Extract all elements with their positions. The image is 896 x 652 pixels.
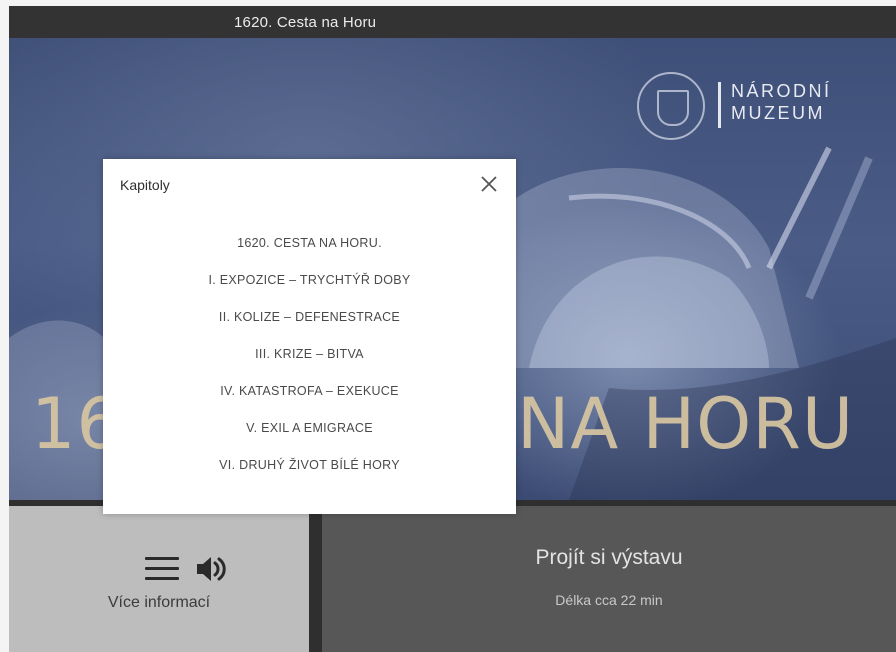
walk-exhibition-panel[interactable]: Projít si výstavu Délka cca 22 min: [322, 506, 896, 652]
speaker-icon[interactable]: [195, 553, 229, 585]
chapter-item[interactable]: III. KRIZE – BITVA: [103, 344, 516, 381]
logo-line-1: NÁRODNÍ: [731, 81, 832, 101]
more-info-panel[interactable]: Více informací: [9, 506, 309, 652]
museum-seal-icon: [637, 72, 705, 140]
chapter-list: 1620. CESTA NA HORU. I. EXPOZICE – TRYCH…: [103, 233, 516, 492]
duration-label: Délka cca 22 min: [555, 592, 663, 608]
chapter-item[interactable]: II. KOLIZE – DEFENESTRACE: [103, 307, 516, 344]
exhibition-title: 1620. Cesta na Horu: [234, 14, 377, 31]
more-info-label[interactable]: Více informací: [9, 594, 309, 612]
chapters-modal: Kapitoly 1620. CESTA NA HORU. I. EXPOZIC…: [103, 159, 516, 514]
hero-title-right: NA HORU: [517, 383, 855, 465]
chapter-item[interactable]: I. EXPOZICE – TRYCHTÝŘ DOBY: [103, 270, 516, 307]
chapter-item[interactable]: IV. KATASTROFA – EXEKUCE: [103, 381, 516, 418]
close-icon[interactable]: [478, 173, 500, 195]
logo-line-2: MUZEUM: [731, 103, 825, 123]
chapter-item[interactable]: VI. DRUHÝ ŽIVOT BÍLÉ HORY: [103, 455, 516, 492]
hamburger-menu-icon[interactable]: [145, 557, 179, 581]
chapter-item[interactable]: 1620. CESTA NA HORU.: [103, 233, 516, 270]
walk-exhibition-title[interactable]: Projít si výstavu: [322, 546, 896, 570]
top-bar: 1620. Cesta na Horu: [9, 6, 896, 38]
chapter-item[interactable]: V. EXIL A EMIGRACE: [103, 418, 516, 455]
modal-title: Kapitoly: [120, 177, 170, 193]
